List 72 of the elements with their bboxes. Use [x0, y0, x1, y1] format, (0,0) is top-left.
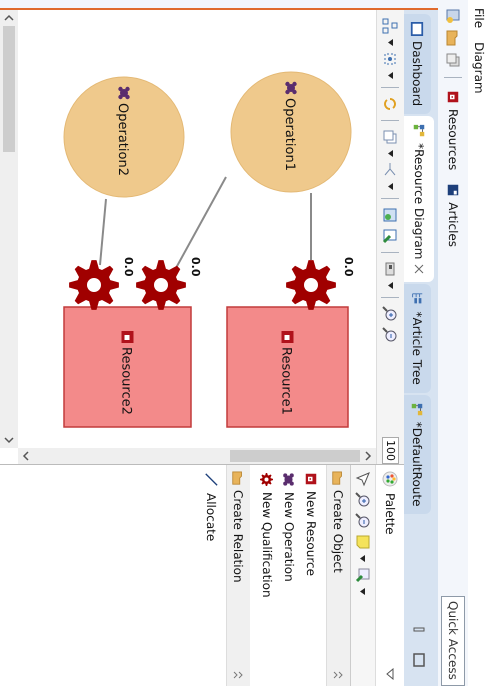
- resource-label: Resource2: [118, 347, 134, 415]
- gear-icon: [69, 260, 119, 310]
- chevron-icon: [232, 670, 244, 680]
- caret-icon: [360, 588, 366, 595]
- tree-icon: [410, 292, 424, 306]
- caret-icon: [388, 150, 393, 157]
- menu-item[interactable]: File: [472, 6, 486, 30]
- gear-icon: [286, 260, 336, 310]
- palette-icon: [382, 471, 398, 487]
- diagram-icon: [410, 402, 424, 417]
- route-icon[interactable]: [382, 162, 398, 178]
- gear-icon: [260, 473, 274, 486]
- caret-icon: [360, 555, 366, 562]
- diagram-icon: [412, 124, 426, 138]
- zoom-in-icon[interactable]: [382, 306, 398, 322]
- close-icon: [414, 264, 424, 274]
- drawer-title[interactable]: Create Object: [332, 490, 346, 573]
- puzzle-icon: [285, 82, 297, 94]
- zoom-out-icon[interactable]: [382, 327, 398, 343]
- connection-line: [99, 198, 107, 266]
- window-icon: [410, 22, 424, 36]
- palette-item[interactable]: New Operation: [278, 465, 300, 590]
- menu-item[interactable]: Diagram: [472, 40, 486, 96]
- puzzle-icon: [282, 473, 296, 486]
- palette-item[interactable]: New Qualification: [256, 465, 278, 606]
- pointer-icon[interactable]: [355, 471, 371, 487]
- scrollbar-thumb[interactable]: [3, 26, 15, 152]
- editor-tab[interactable]: *Article Tree: [404, 284, 431, 393]
- qualification-value: 0.0: [342, 257, 355, 276]
- palette-item[interactable]: Allocate: [200, 465, 222, 550]
- perspective-button[interactable]: Resources: [444, 87, 462, 174]
- resource-icon: [305, 473, 317, 485]
- select-all-icon[interactable]: [382, 51, 398, 67]
- caret-icon: [388, 282, 393, 289]
- drawer-title[interactable]: Create Relation: [232, 490, 246, 583]
- palette-item[interactable]: New Resource: [300, 465, 322, 584]
- caret-icon: [388, 72, 393, 79]
- line-icon: [204, 473, 218, 487]
- editor-tab[interactable]: *DefaultRoute: [404, 394, 431, 514]
- maximize-icon[interactable]: [411, 652, 427, 668]
- stack-icon[interactable]: [445, 52, 461, 68]
- scrollbar-thumb[interactable]: [230, 450, 360, 462]
- flag-icon: [447, 184, 459, 196]
- chevron-icon: [332, 670, 344, 680]
- quick-access-field[interactable]: Quick Access: [441, 596, 465, 686]
- qualification-value: 0.0: [122, 257, 135, 276]
- operation-label: Operation2: [115, 103, 130, 176]
- connection-icon[interactable]: [355, 567, 371, 583]
- connection-line: [310, 193, 312, 260]
- zoom-out-icon[interactable]: [355, 513, 371, 529]
- resource-label: Resource1: [278, 347, 294, 415]
- resource-icon: [122, 331, 134, 343]
- caret-icon: [388, 39, 393, 46]
- qualification-value: 0.0: [189, 257, 202, 276]
- zoom-in-icon[interactable]: [355, 492, 371, 508]
- export-icon[interactable]: [382, 228, 398, 244]
- perspective-button[interactable]: Articles: [444, 180, 462, 252]
- copy-icon[interactable]: [382, 129, 398, 145]
- resource-icon: [282, 331, 294, 343]
- zoom-field[interactable]: 100: [382, 437, 399, 464]
- caret-icon: [388, 183, 393, 190]
- puzzle-icon: [118, 86, 130, 100]
- editor-tab[interactable]: Dashboard: [404, 14, 431, 114]
- dropdown-icon: [386, 668, 394, 680]
- new-icon[interactable]: [445, 8, 461, 24]
- resource-icon: [447, 91, 459, 103]
- editor-tab[interactable]: *Resource Diagram: [404, 116, 434, 282]
- gear-icon: [136, 260, 186, 310]
- operation-label: Operation1: [282, 98, 297, 171]
- palette-title: Palette: [383, 493, 397, 535]
- image-icon[interactable]: [382, 207, 398, 223]
- layout-icon[interactable]: [382, 18, 398, 34]
